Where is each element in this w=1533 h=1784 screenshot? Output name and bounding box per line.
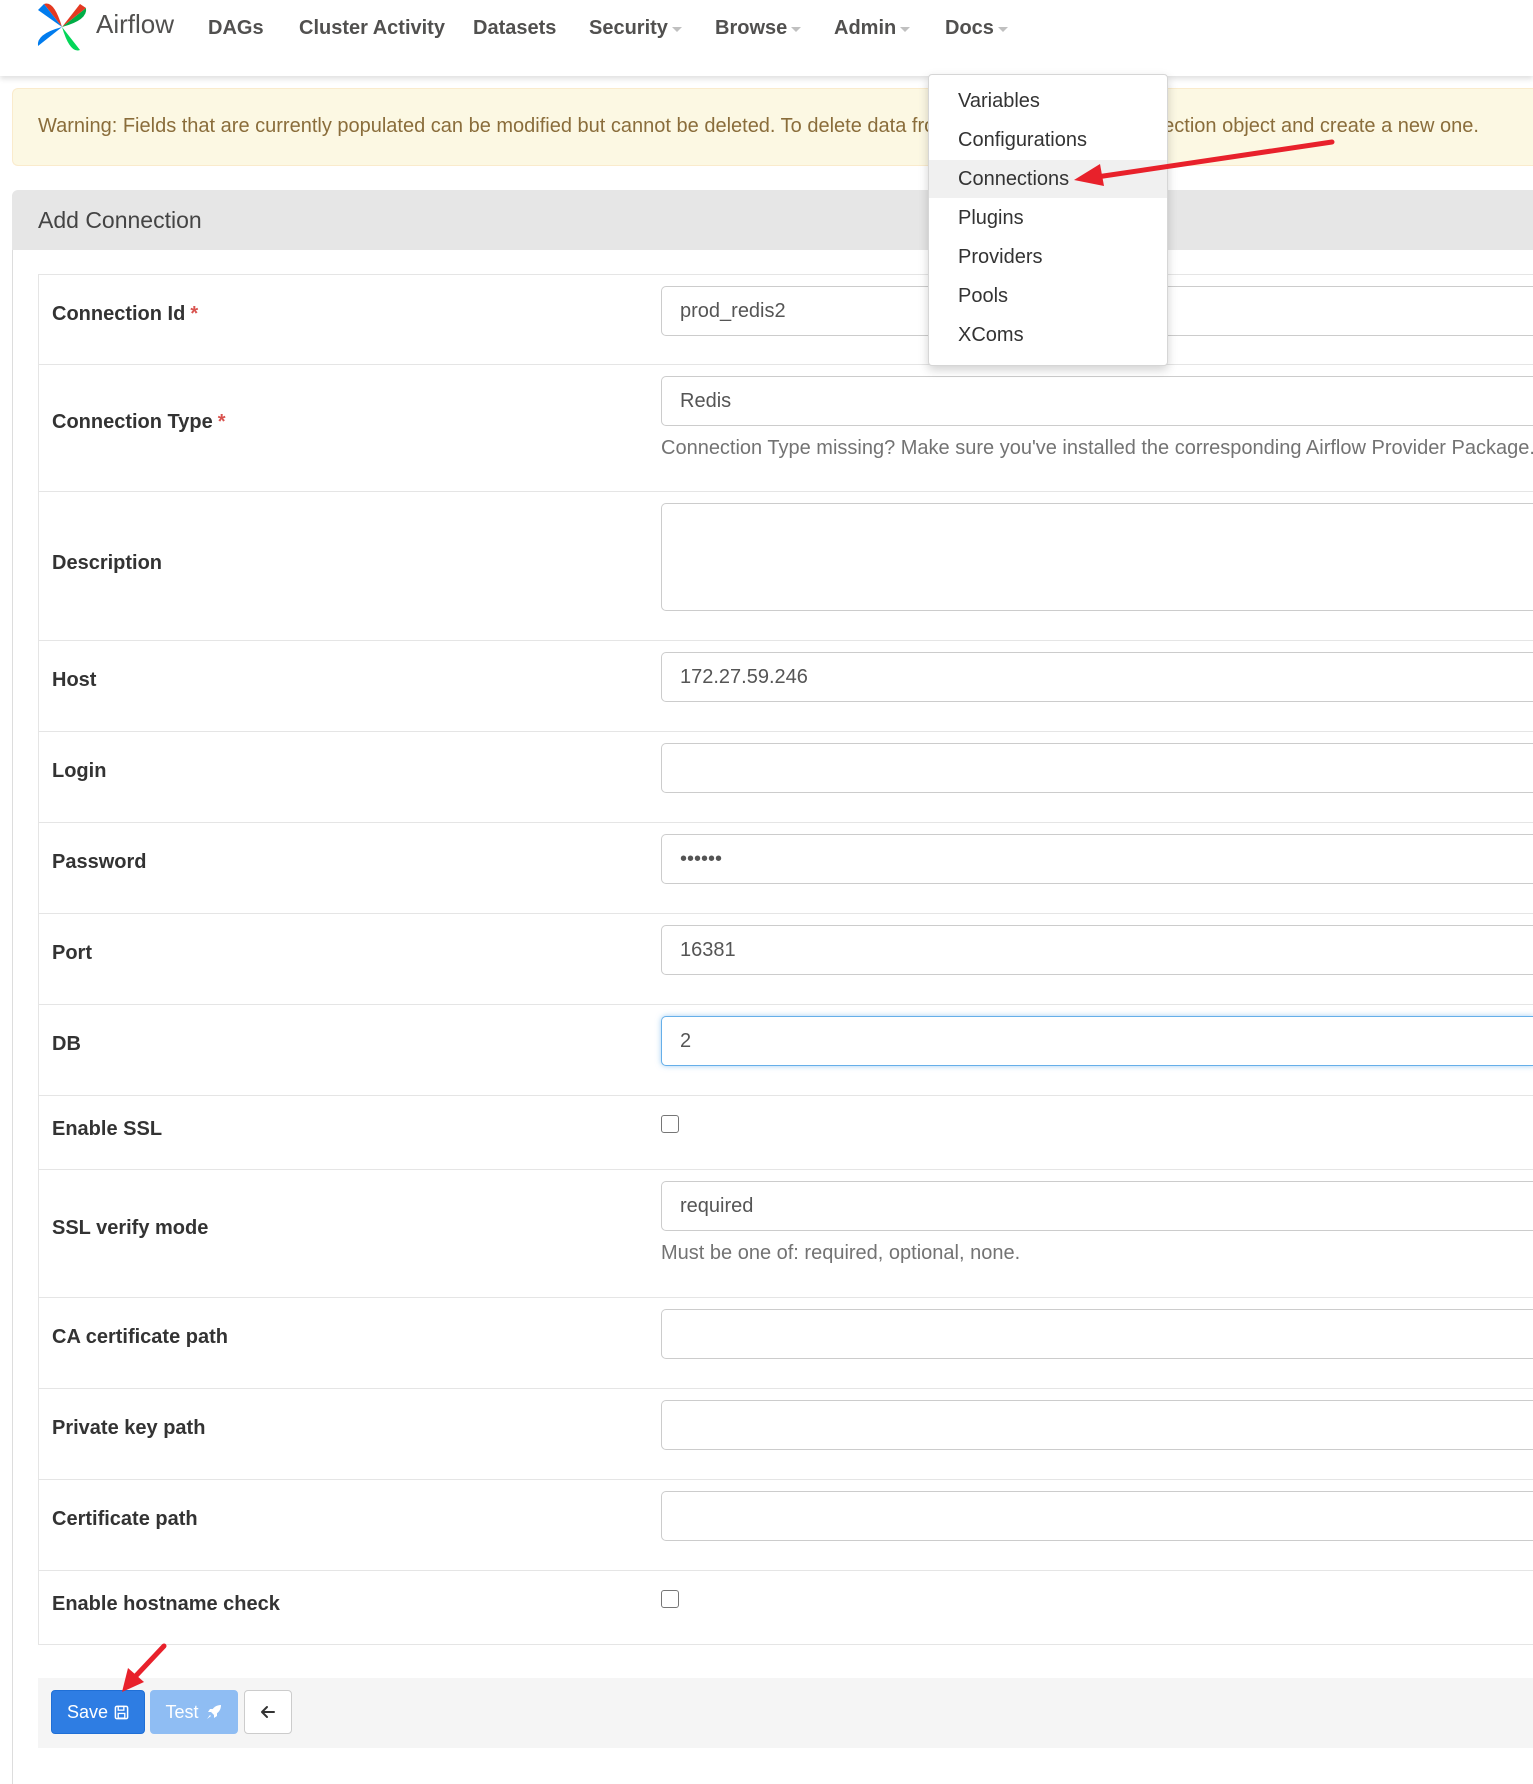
- caret-down-icon: [900, 27, 911, 32]
- caret-down-icon: [791, 27, 802, 32]
- certificate-path-label: Certificate path: [52, 1508, 198, 1530]
- enable-ssl-label: Enable SSL: [52, 1118, 163, 1140]
- warning-alert: Warning: Fields that are currently popul…: [12, 88, 1533, 166]
- form-row-ssl-verify-mode: SSL verify mode required Must be one of:…: [38, 1170, 1533, 1298]
- port-label: Port: [52, 942, 92, 964]
- required-marker: *: [217, 411, 226, 433]
- nav-cluster-activity-label: Cluster Activity: [299, 16, 445, 39]
- menu-item-variables[interactable]: Variables: [929, 82, 1167, 120]
- nav-admin-label: Admin: [834, 16, 897, 39]
- connection-type-label: Connection Type *: [52, 411, 226, 434]
- form-row-description: Description: [38, 492, 1533, 641]
- nav-datasets[interactable]: Datasets: [473, 10, 556, 46]
- connection-id-label-text: Connection Id: [52, 303, 186, 325]
- rocket-icon: [206, 1705, 221, 1719]
- test-button-label: Test: [165, 1701, 199, 1722]
- form-row-login: Login: [38, 732, 1533, 823]
- menu-item-xcoms[interactable]: XComs: [929, 316, 1167, 354]
- host-input[interactable]: 172.27.59.246: [661, 652, 1533, 702]
- ssl-verify-mode-input[interactable]: required: [661, 1181, 1533, 1231]
- panel-heading: Add Connection: [12, 190, 1533, 250]
- enable-hostname-check-checkbox[interactable]: [661, 1590, 679, 1608]
- menu-item-configurations[interactable]: Configurations: [929, 121, 1167, 159]
- admin-dropdown-menu: Variables Configurations Connections Plu…: [928, 74, 1168, 366]
- nav-security-label: Security: [589, 16, 668, 39]
- airflow-logo-icon: [37, 3, 87, 51]
- nav-browse[interactable]: Browse: [715, 10, 802, 46]
- caret-down-icon: [671, 27, 682, 32]
- ca-certificate-path-input[interactable]: [661, 1309, 1533, 1359]
- form-row-port: Port 16381: [38, 914, 1533, 1005]
- connection-type-label-text: Connection Type: [52, 411, 213, 433]
- form-row-private-key-path: Private key path: [38, 1389, 1533, 1480]
- connection-form: Connection Id * prod_redis2 Connection Ty…: [38, 274, 1533, 1645]
- arrow-left-icon: [261, 1706, 275, 1718]
- nav-dags[interactable]: DAGs: [208, 10, 264, 46]
- navbar: Airflow DAGs Cluster Activity Datasets S…: [0, 0, 1533, 76]
- nav-docs[interactable]: Docs: [945, 10, 1008, 46]
- nav-admin[interactable]: Admin: [834, 10, 911, 46]
- save-button[interactable]: Save: [51, 1690, 145, 1734]
- menu-item-providers[interactable]: Providers: [929, 238, 1167, 276]
- warning-text: Warning: Fields that are currently popul…: [38, 115, 1479, 137]
- nav-browse-label: Browse: [715, 16, 788, 39]
- form-row-connection-id: Connection Id * prod_redis2: [38, 275, 1533, 365]
- brand-name: Airflow: [96, 8, 175, 39]
- connection-type-select[interactable]: Redis: [661, 376, 1533, 426]
- nav-cluster-activity[interactable]: Cluster Activity: [299, 10, 445, 46]
- page-title: Add Connection: [38, 207, 202, 233]
- form-row-password: Password ••••••: [38, 823, 1533, 914]
- private-key-path-input[interactable]: [661, 1400, 1533, 1450]
- form-row-enable-ssl: Enable SSL: [38, 1096, 1533, 1170]
- test-button[interactable]: Test: [150, 1690, 238, 1734]
- form-row-host: Host 172.27.59.246: [38, 641, 1533, 732]
- private-key-path-label: Private key path: [52, 1417, 206, 1439]
- ssl-verify-mode-help: Must be one of: required, optional, none…: [661, 1242, 1021, 1264]
- password-input[interactable]: ••••••: [661, 834, 1533, 884]
- save-button-label: Save: [66, 1701, 109, 1722]
- password-label: Password: [52, 851, 147, 873]
- connection-id-label: Connection Id *: [52, 303, 198, 326]
- db-label: DB: [52, 1033, 81, 1055]
- back-button[interactable]: [244, 1690, 292, 1734]
- description-label: Description: [52, 552, 163, 574]
- required-marker: *: [190, 303, 199, 325]
- login-label: Login: [52, 760, 107, 782]
- db-input[interactable]: 2: [661, 1016, 1533, 1066]
- form-row-ca-certificate-path: CA certificate path: [38, 1298, 1533, 1389]
- menu-item-plugins[interactable]: Plugins: [929, 199, 1167, 237]
- nav-security[interactable]: Security: [589, 10, 682, 46]
- form-row-connection-type: Connection Type * Redis Connection Type m…: [38, 365, 1533, 492]
- form-actions: Save Test: [38, 1678, 1533, 1748]
- nav-datasets-label: Datasets: [473, 16, 557, 39]
- connection-type-help: Connection Type missing? Make sure you'v…: [661, 437, 1533, 459]
- port-input[interactable]: 16381: [661, 925, 1533, 975]
- ca-certificate-path-label: CA certificate path: [52, 1326, 228, 1348]
- form-row-enable-hostname-check: Enable hostname check: [38, 1571, 1533, 1645]
- form-row-db: DB 2: [38, 1005, 1533, 1096]
- nav-docs-label: Docs: [945, 16, 994, 39]
- enable-hostname-check-label: Enable hostname check: [52, 1593, 280, 1615]
- certificate-path-input[interactable]: [661, 1491, 1533, 1541]
- caret-down-icon: [997, 27, 1008, 32]
- description-textarea[interactable]: [661, 503, 1533, 611]
- floppy-disk-icon: [114, 1705, 129, 1719]
- ssl-verify-mode-label: SSL verify mode: [52, 1217, 209, 1239]
- menu-item-connections[interactable]: Connections: [929, 160, 1167, 198]
- host-label: Host: [52, 669, 97, 691]
- menu-item-pools[interactable]: Pools: [929, 277, 1167, 315]
- login-input[interactable]: [661, 743, 1533, 793]
- form-row-certificate-path: Certificate path: [38, 1480, 1533, 1571]
- enable-ssl-checkbox[interactable]: [661, 1115, 679, 1133]
- brand[interactable]: Airflow: [34, 0, 174, 54]
- nav-dags-label: DAGs: [208, 16, 264, 39]
